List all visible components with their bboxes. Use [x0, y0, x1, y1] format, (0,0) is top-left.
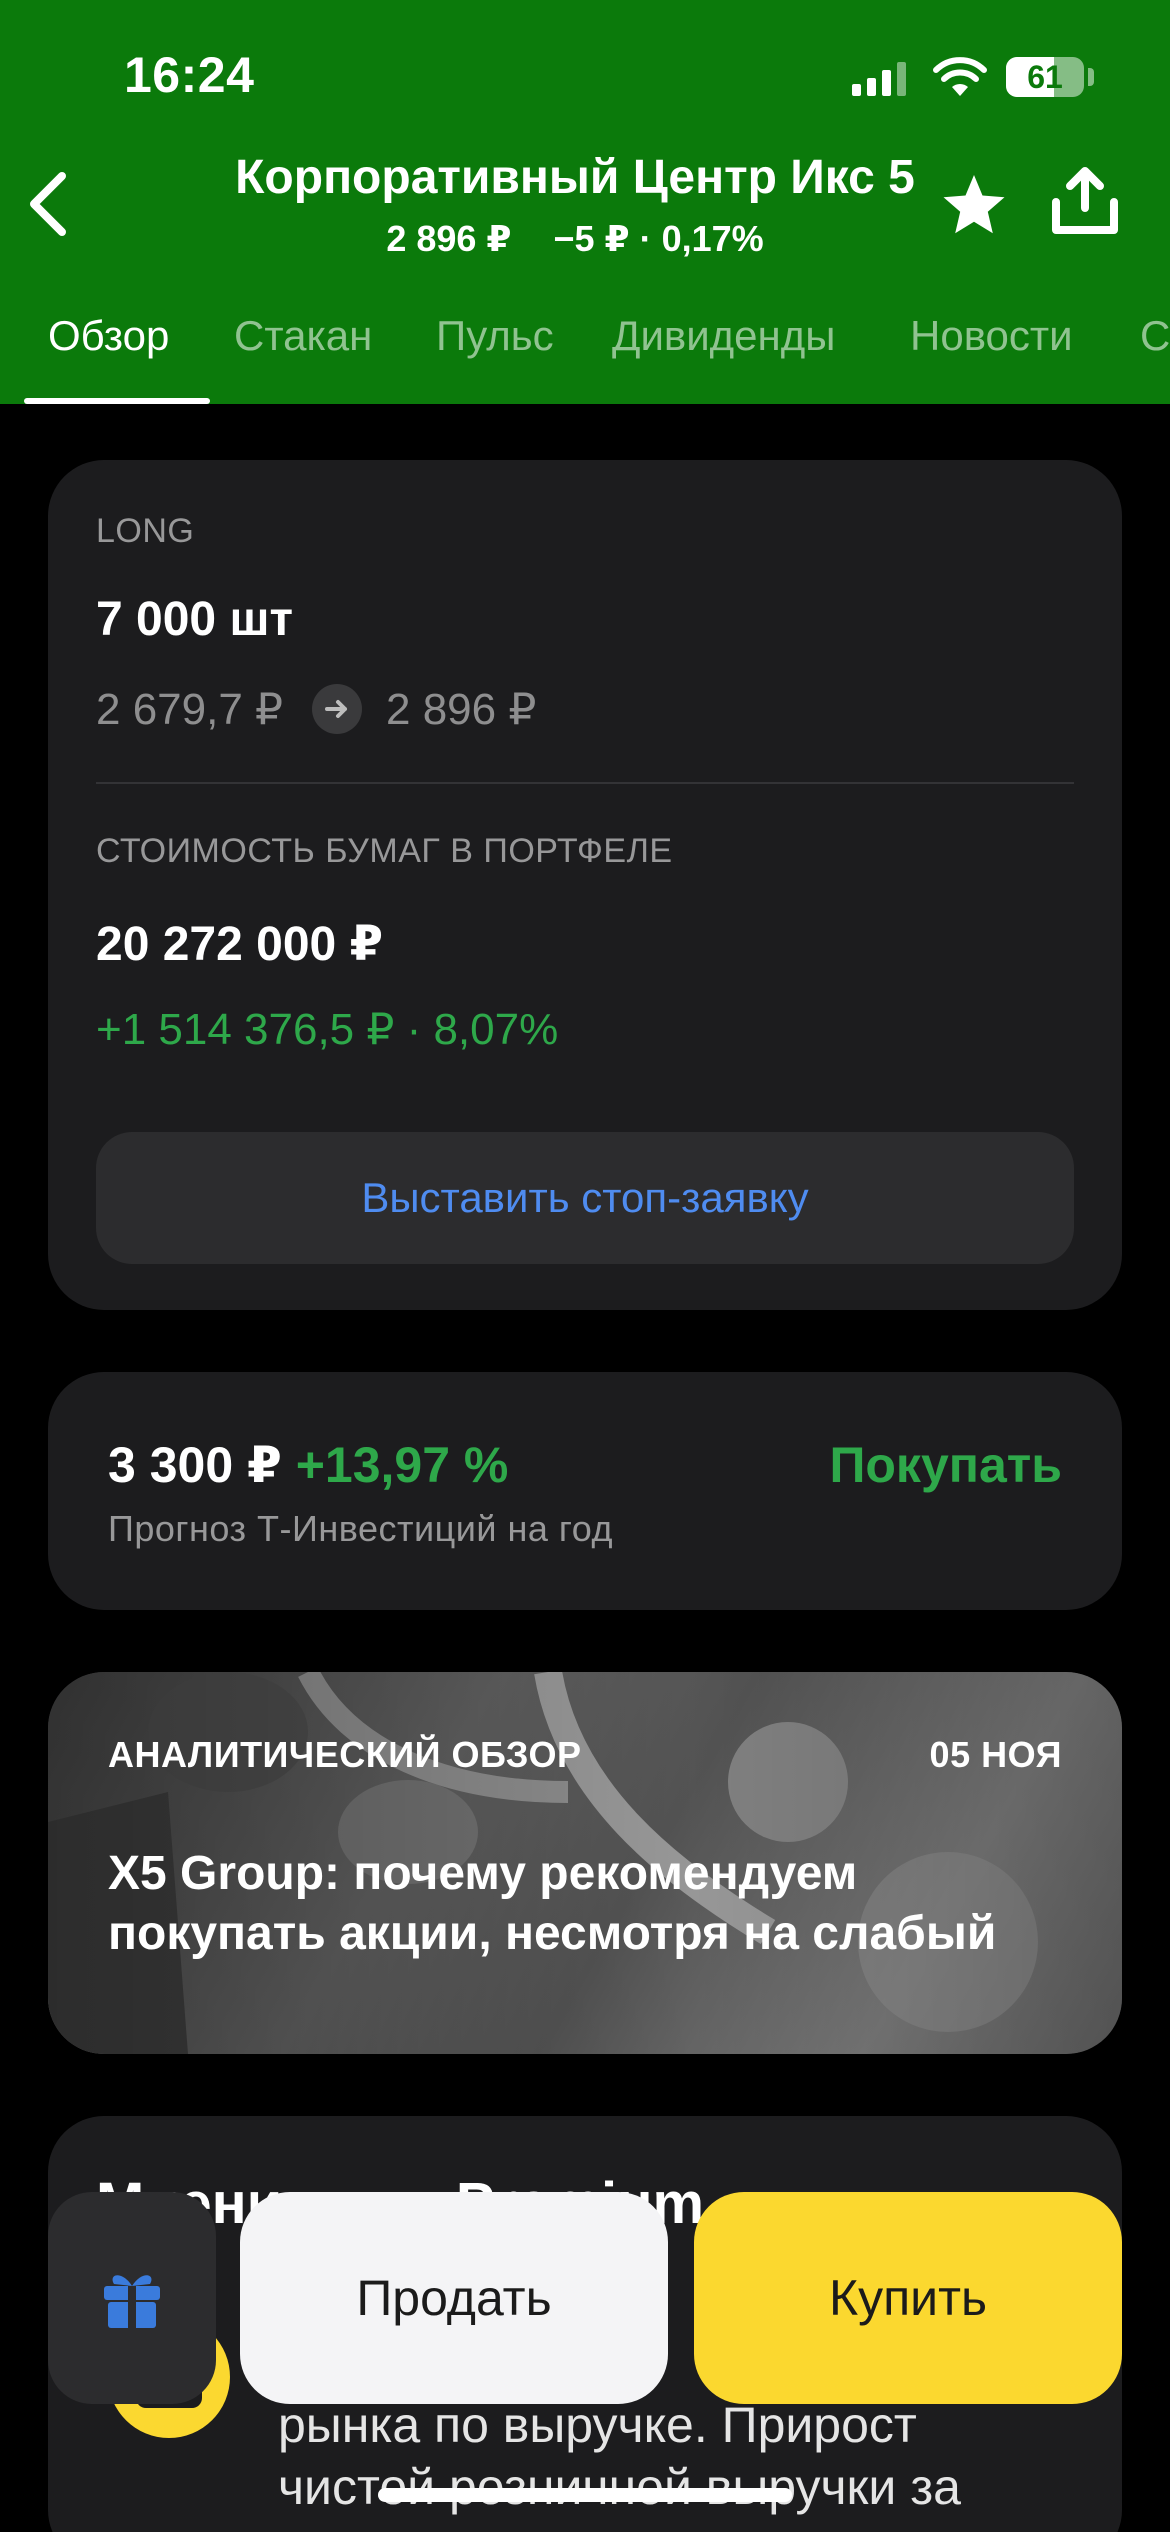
position-card: LONG 7 000 шт 2 679,7 ₽ 2 896 ₽ СТОИМОСТ… — [48, 460, 1122, 1310]
stop-order-button[interactable]: Выставить стоп-заявку — [96, 1132, 1074, 1264]
arrow-right-icon — [312, 684, 362, 734]
star-icon[interactable] — [940, 172, 1008, 240]
battery-level: 61 — [1027, 59, 1063, 95]
instrument-change: −5 ₽ · 0,17% — [553, 218, 764, 259]
status-time: 16:24 — [124, 47, 255, 103]
active-tab-indicator — [24, 398, 210, 404]
tab-bar: Обзор Стакан Пульс Дивиденды Новости С — [0, 300, 1170, 404]
tab-overview[interactable]: Обзор — [48, 312, 169, 360]
position-direction: LONG — [96, 512, 195, 550]
portfolio-value: 20 272 000 ₽ — [96, 918, 383, 971]
current-price: 2 896 ₽ — [386, 685, 537, 734]
header: 16:24 61 Корпоративный Центр Икс 5 2 896… — [0, 0, 1170, 404]
position-profit: +1 514 376,5 ₽ · 8,07% — [96, 1005, 559, 1054]
forecast-caption: Прогноз Т-Инвестиций на год — [108, 1508, 613, 1549]
forecast-target-price: 3 300 ₽ — [108, 1437, 282, 1493]
average-price: 2 679,7 ₽ — [96, 685, 284, 734]
forecast-price-line: 3 300 ₽ +13,97 % — [108, 1436, 508, 1494]
instrument-title-block: Корпоративный Центр Икс 5 2 896 ₽ −5 ₽ ·… — [150, 148, 1000, 264]
tab-news[interactable]: Новости — [910, 312, 1073, 360]
tab-dividends[interactable]: Дивиденды — [612, 312, 835, 360]
premium-text-line2: чистой розничной выручки за — [278, 2459, 961, 2515]
forecast-upside: +13,97 % — [295, 1437, 509, 1493]
instrument-screen: 16:24 61 Корпоративный Центр Икс 5 2 896… — [0, 0, 1170, 2532]
battery-icon: 61 — [1006, 57, 1084, 97]
home-indicator — [378, 2488, 792, 2502]
tab-more[interactable]: С — [1140, 312, 1170, 360]
analytics-headline-line1: X5 Group: почему рекомендуем — [108, 1847, 858, 1900]
gift-button[interactable] — [48, 2192, 216, 2404]
instrument-price: 2 896 ₽ — [386, 218, 512, 259]
instrument-price-line: 2 896 ₽ −5 ₽ · 0,17% — [150, 214, 1000, 264]
buy-button[interactable]: Купить — [694, 2192, 1122, 2404]
cellular-signal-icon — [852, 62, 906, 96]
analytics-headline: X5 Group: почему рекомендуем покупать ак… — [108, 1844, 996, 1964]
share-icon[interactable] — [1050, 166, 1120, 238]
gift-icon — [104, 2275, 160, 2328]
analytics-label: АНАЛИТИЧЕСКИЙ ОБЗОР — [108, 1734, 582, 1775]
divider — [96, 782, 1074, 784]
wifi-icon — [933, 57, 987, 96]
position-quantity: 7 000 шт — [96, 593, 293, 646]
instrument-title: Корпоративный Центр Икс 5 — [235, 151, 915, 204]
tab-pulse[interactable]: Пульс — [436, 312, 554, 360]
tab-order-book[interactable]: Стакан — [234, 312, 372, 360]
portfolio-value-label: СТОИМОСТЬ БУМАГ В ПОРТФЕЛЕ — [96, 832, 673, 870]
forecast-card[interactable]: 3 300 ₽ +13,97 % Покупать Прогноз Т-Инве… — [48, 1372, 1122, 1610]
analytics-card[interactable]: АНАЛИТИЧЕСКИЙ ОБЗОР 05 НОЯ X5 Group: поч… — [48, 1672, 1122, 2054]
forecast-recommendation: Покупать — [829, 1437, 1062, 1493]
back-chevron-icon[interactable] — [18, 168, 78, 240]
analytics-headline-line2: покупать акции, несмотря на слабый — [108, 1907, 997, 1960]
analytics-date: 05 НОЯ — [929, 1734, 1062, 1775]
sell-button[interactable]: Продать — [240, 2192, 668, 2404]
battery-tip — [1088, 68, 1094, 86]
